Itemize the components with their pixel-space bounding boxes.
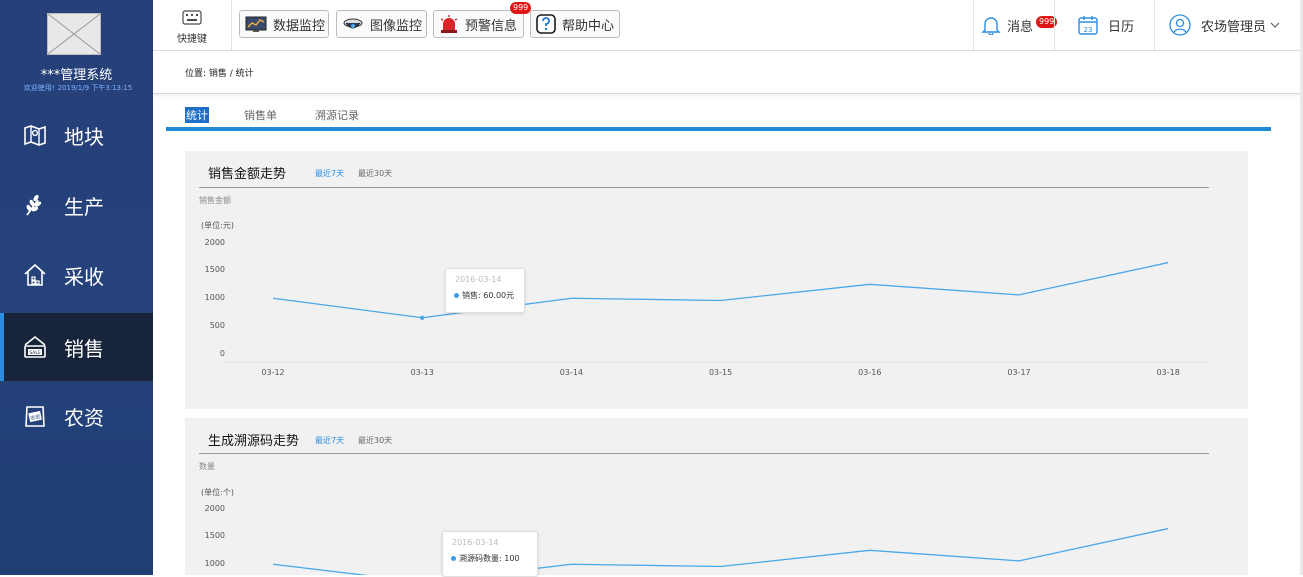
help-center-button[interactable]: 帮助中心 bbox=[530, 10, 620, 38]
series-dot-icon bbox=[454, 293, 459, 298]
trace-line-chart bbox=[272, 527, 1169, 575]
messages-label: 消息 bbox=[1007, 19, 1034, 35]
shortcut-button[interactable]: 快捷键 bbox=[153, 0, 232, 50]
data-monitor-button[interactable]: 数据监控 bbox=[239, 10, 329, 38]
image-placeholder-icon bbox=[48, 14, 100, 54]
tab-trace-records[interactable]: 溯源记录 bbox=[315, 107, 359, 123]
sidebar-item-sales[interactable]: SALE 销售 bbox=[0, 313, 153, 381]
alert-badge: 999 bbox=[510, 2, 532, 14]
image-monitor-label: 图像监控 bbox=[370, 18, 423, 34]
barn-icon bbox=[24, 263, 46, 286]
system-title: ***管理系统 bbox=[40, 68, 113, 83]
alarm-icon bbox=[440, 15, 458, 33]
sidebar-item-label: 生产 bbox=[64, 194, 104, 219]
y-tick-label: 1000 bbox=[204, 559, 225, 569]
tab-sales-orders[interactable]: 销售单 bbox=[244, 107, 277, 123]
monitor-icon bbox=[245, 16, 267, 32]
chevron-down-icon bbox=[1270, 22, 1280, 28]
data-monitor-label: 数据监控 bbox=[273, 18, 326, 34]
user-name: 农场管理员 bbox=[1201, 19, 1267, 35]
breadcrumb-text: 位置: 销售 / 统计 bbox=[185, 69, 254, 79]
user-menu[interactable]: 农场管理员 bbox=[1169, 0, 1281, 50]
x-tick-label: 03-13 bbox=[410, 368, 434, 377]
shortcut-label: 快捷键 bbox=[177, 34, 207, 45]
help-center-label: 帮助中心 bbox=[562, 18, 615, 34]
x-tick-label: 03-12 bbox=[261, 368, 285, 377]
x-tick-label: 03-18 bbox=[1156, 368, 1180, 377]
y-tick-label: 1500 bbox=[204, 531, 225, 541]
welcome-line: 欢迎使用! 2019/1/9 下午3:13:15 bbox=[0, 83, 153, 93]
calendar-day: 23 bbox=[1084, 26, 1093, 34]
x-tick-label: 03-14 bbox=[559, 368, 584, 377]
tooltip-date: 2016-03-14 bbox=[455, 275, 502, 284]
messages-button[interactable]: 消息 bbox=[981, 0, 1033, 50]
tab-underline bbox=[166, 127, 1271, 131]
tab-statistics[interactable]: 统计 bbox=[185, 107, 209, 123]
sale-icon: SALE bbox=[24, 335, 46, 358]
sidebar-item-label: 销售 bbox=[64, 336, 104, 361]
sidebar-item-production[interactable]: 生产 bbox=[0, 171, 153, 239]
divider bbox=[973, 0, 974, 50]
svg-text:SALE: SALE bbox=[29, 350, 41, 356]
calendar-icon: 23 bbox=[1078, 16, 1098, 35]
chart-tooltip: 2016-03-14 销售: 60.00元 bbox=[445, 268, 525, 313]
tooltip-value: 溯源码数量: 100 bbox=[459, 554, 520, 563]
image-monitor-button[interactable]: 图像监控 bbox=[336, 10, 427, 38]
tooltip-value: 销售: 60.00元 bbox=[462, 291, 515, 300]
trace-code-chart-panel: 生成溯源码走势 最近7天 最近30天 数量 (单位:个) 2016-03-14 … bbox=[185, 418, 1248, 577]
series-line bbox=[272, 527, 1169, 575]
y-tick-label: 2000 bbox=[204, 237, 225, 247]
x-tick-label: 03-15 bbox=[708, 368, 733, 377]
data-point bbox=[420, 315, 425, 320]
series-line bbox=[272, 261, 1169, 319]
breadcrumb: 位置: 销售 / 统计 bbox=[153, 51, 1303, 94]
chart-tooltip: 2016-03-14 溯源码数量: 100 bbox=[442, 531, 538, 577]
calendar-button[interactable]: 23 日历 bbox=[1078, 0, 1134, 50]
sidebar-item-label: 农资 bbox=[64, 405, 104, 430]
sidebar-item-label: 采收 bbox=[64, 264, 104, 289]
y-tick-label: 1500 bbox=[204, 265, 225, 275]
alert-info-label: 预警信息 bbox=[465, 18, 518, 34]
alert-info-button[interactable]: 预警信息 bbox=[433, 10, 524, 38]
keyboard-icon bbox=[182, 10, 202, 25]
sidebar-item-label: 地块 bbox=[64, 124, 104, 149]
sidebar-item-plots[interactable]: 地块 bbox=[0, 101, 153, 169]
sidebar: ***管理系统 欢迎使用! 2019/1/9 下午3:13:15 地块 生产 采… bbox=[0, 0, 153, 575]
fertilizer-icon: 农资 bbox=[25, 406, 45, 427]
user-icon bbox=[1169, 14, 1191, 36]
tooltip-date: 2016-03-14 bbox=[452, 538, 499, 547]
wheat-icon bbox=[26, 194, 42, 216]
y-tick-label: 1000 bbox=[204, 293, 225, 303]
camera-icon bbox=[343, 18, 363, 29]
series-dot-icon bbox=[451, 556, 456, 561]
welcome-text: 欢迎使用! bbox=[23, 84, 55, 92]
help-icon bbox=[536, 14, 556, 34]
y-tick-label: 2000 bbox=[204, 503, 225, 513]
x-tick-label: 03-16 bbox=[858, 368, 882, 377]
divider bbox=[1054, 0, 1055, 50]
current-datetime: 2019/1/9 下午3:13:15 bbox=[57, 84, 133, 92]
logo-placeholder bbox=[47, 13, 101, 55]
divider bbox=[1154, 0, 1155, 50]
top-bar: 快捷键 数据监控 图像监控 预警信息 999 帮助中心 消息 999 23 日历… bbox=[153, 0, 1303, 51]
x-tick-label: 03-17 bbox=[1007, 368, 1031, 377]
y-tick-label: 0 bbox=[219, 349, 225, 358]
sidebar-item-harvest[interactable]: 采收 bbox=[0, 241, 153, 309]
bell-icon bbox=[981, 17, 1001, 35]
sidebar-item-agri-supplies[interactable]: 农资 农资 bbox=[0, 382, 153, 450]
map-icon bbox=[24, 125, 46, 146]
sales-amount-chart-panel: 销售金额走势 最近7天 最近30天 销售金额 (单位:元) 2016-03-14… bbox=[185, 151, 1248, 409]
y-tick-label: 500 bbox=[209, 321, 225, 331]
calendar-label: 日历 bbox=[1108, 19, 1135, 35]
